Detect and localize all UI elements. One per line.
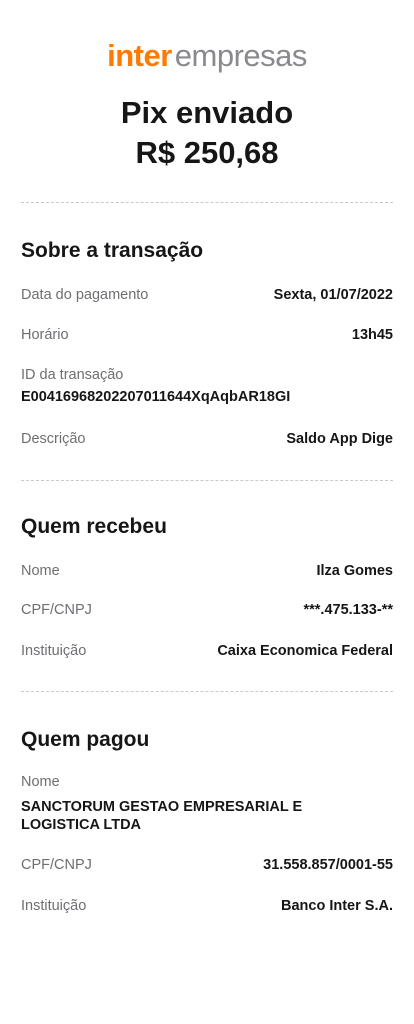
divider (21, 480, 393, 481)
payer-institution-label: Instituição (21, 898, 87, 914)
payment-date-value: Sexta, 01/07/2022 (273, 287, 393, 303)
divider (21, 691, 393, 692)
section-title-payer: Quem pagou (21, 728, 150, 751)
recipient-doc-label: CPF/CNPJ (21, 602, 92, 618)
recipient-doc-value: ***.475.133-** (303, 602, 394, 618)
inter-empresas-logo: interempresas (0, 38, 414, 74)
recipient-institution-value: Caixa Economica Federal (217, 643, 393, 659)
row-payer-doc: CPF/CNPJ 31.558.857/0001-55 (21, 855, 393, 875)
description-label: Descrição (21, 431, 86, 447)
transaction-id-value: E00416968202207011644XqAqbAR18GI (21, 389, 291, 405)
row-payer-institution: Instituição Banco Inter S.A. (21, 896, 393, 916)
row-time: Horário 13h45 (21, 325, 393, 345)
row-description: Descrição Saldo App Dige (21, 429, 393, 449)
logo-sub: empresas (174, 38, 308, 73)
transaction-id-label: ID da transação (21, 367, 124, 383)
time-value: 13h45 (351, 327, 393, 343)
section-title-recipient: Quem recebeu (21, 515, 167, 538)
description-value: Saldo App Dige (286, 431, 393, 447)
payment-date-label: Data do pagamento (21, 287, 149, 303)
row-recipient-name: Nome Ilza Gomes (21, 561, 393, 581)
row-recipient-doc: CPF/CNPJ ***.475.133-** (21, 600, 393, 620)
recipient-name-label: Nome (21, 563, 60, 579)
receipt-amount: R$ 250,68 (135, 135, 279, 170)
payer-name-line2: LOGISTICA LTDA (21, 817, 142, 833)
payer-name-label: Nome (21, 774, 60, 790)
payer-name-line1: SANCTORUM GESTAO EMPRESARIAL E (21, 799, 303, 815)
recipient-name-value: Ilza Gomes (316, 563, 393, 579)
divider (21, 202, 393, 203)
row-payment-date: Data do pagamento Sexta, 01/07/2022 (21, 285, 393, 305)
section-title-transaction: Sobre a transação (21, 239, 204, 262)
time-label: Horário (21, 327, 69, 343)
logo-brand: inter (107, 38, 172, 73)
payer-doc-value: 31.558.857/0001-55 (263, 857, 393, 873)
payer-doc-label: CPF/CNPJ (21, 857, 92, 873)
row-recipient-institution: Instituição Caixa Economica Federal (21, 641, 393, 661)
payer-institution-value: Banco Inter S.A. (281, 898, 393, 914)
recipient-institution-label: Instituição (21, 643, 87, 659)
receipt-title: Pix enviado (120, 95, 294, 130)
